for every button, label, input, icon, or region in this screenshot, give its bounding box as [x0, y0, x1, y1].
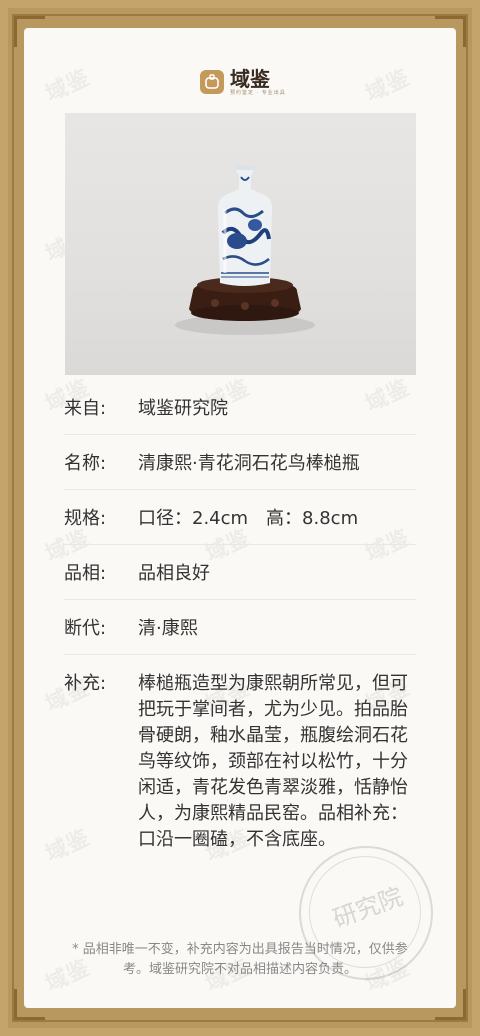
- info-row-name: 名称: 清康熙·青花洞石花鸟棒槌瓶: [64, 435, 416, 490]
- row-label: 补充:: [64, 673, 107, 694]
- row-label: 品相:: [64, 563, 107, 584]
- info-list: 来自: 域鉴研究院 名称: 清康熙·青花洞石花鸟棒槌瓶 规格: 口径：2.4cm…: [64, 380, 416, 865]
- row-label: 规格:: [64, 508, 107, 529]
- row-label: 来自:: [64, 398, 107, 419]
- row-value: 清康熙·青花洞石花鸟棒槌瓶: [138, 453, 360, 474]
- watermark: 域鉴: [41, 65, 95, 108]
- row-label: 断代:: [64, 618, 107, 639]
- info-row-notes: 补充: 棒槌瓶造型为康熙朝所常见，但可把玩于掌间者，尤为少见。拍品胎骨硬朗，釉水…: [64, 655, 416, 865]
- row-value: 品相良好: [138, 563, 210, 584]
- info-row-source: 来自: 域鉴研究院: [64, 380, 416, 435]
- brand-name: 域鉴: [230, 66, 270, 91]
- row-value: 口径：2.4cm 高：8.8cm: [138, 508, 359, 529]
- disclaimer-note: * 品相非唯一不变，补充内容为出具报告当时情况，仅供参考。域鉴研究院不对品相描述…: [72, 942, 408, 977]
- info-row-spec: 规格: 口径：2.4cm 高：8.8cm: [64, 490, 416, 545]
- certificate-card: 域鉴 域鉴 域鉴 域鉴 域鉴 域鉴 域鉴 域鉴 域鉴 域鉴 域鉴 域鉴 域鉴 域…: [24, 28, 456, 1008]
- row-value: 清·康熙: [138, 618, 198, 639]
- item-photo: [65, 113, 416, 375]
- row-value: 域鉴研究院: [138, 398, 228, 419]
- watermark: 域鉴: [361, 65, 415, 108]
- brand-tagline: 预约鉴定 · 专业出具: [230, 89, 286, 96]
- info-row-dating: 断代: 清·康熙: [64, 600, 416, 655]
- row-label: 名称:: [64, 453, 107, 474]
- row-value: 棒槌瓶造型为康熙朝所常见，但可把玩于掌间者，尤为少见。拍品胎骨硬朗，釉水晶莹，瓶…: [138, 673, 408, 850]
- logo-icon: [200, 70, 224, 94]
- info-row-condition: 品相: 品相良好: [64, 545, 416, 600]
- brand-logo: 域鉴 预约鉴定 · 专业出具: [200, 66, 286, 98]
